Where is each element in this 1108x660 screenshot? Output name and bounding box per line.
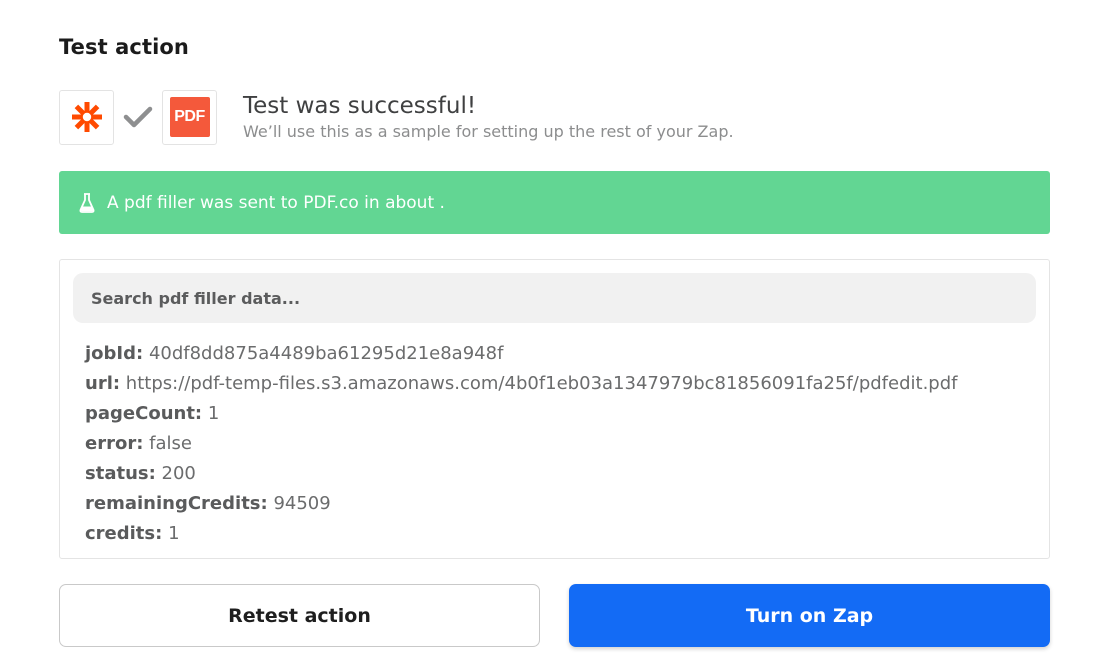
data-field-status: status: 200 xyxy=(85,459,957,489)
success-banner: A pdf filler was sent to PDF.co in about… xyxy=(59,171,1050,234)
field-value: 1 xyxy=(207,403,220,424)
field-key: status: xyxy=(85,463,156,484)
field-value: 94509 xyxy=(273,493,331,514)
result-subtitle: We’ll use this as a sample for setting u… xyxy=(243,121,734,141)
field-value: 200 xyxy=(161,463,196,484)
data-field-error: error: false xyxy=(85,429,957,459)
zapier-asterisk-icon xyxy=(71,102,102,132)
field-key: error: xyxy=(85,433,144,454)
field-value: false xyxy=(149,433,192,454)
turn-on-zap-button[interactable]: Turn on Zap xyxy=(569,584,1050,647)
banner-text: A pdf filler was sent to PDF.co in about… xyxy=(107,192,445,213)
pdf-logo-text: PDF xyxy=(174,108,205,125)
app-connection-row: PDF Test was successful! We’ll use this … xyxy=(59,89,734,145)
trigger-app-tile xyxy=(59,89,114,145)
field-value: 1 xyxy=(168,523,180,544)
connector xyxy=(114,90,162,145)
test-result: Test was successful! We’ll use this as a… xyxy=(243,92,734,143)
retest-action-button[interactable]: Retest action xyxy=(59,584,540,647)
result-title: Test was successful! xyxy=(243,92,477,119)
section-title: Test action xyxy=(59,35,189,59)
data-fields-list: jobId: 40df8dd875a4489ba61295d21e8a948f … xyxy=(85,339,957,549)
data-field-pagecount: pageCount: 1 xyxy=(85,399,957,429)
action-app-tile: PDF xyxy=(162,89,217,145)
field-key: url: xyxy=(85,373,121,394)
field-value: https://pdf-temp-files.s3.amazonaws.com/… xyxy=(125,373,958,394)
sample-data-panel: jobId: 40df8dd875a4489ba61295d21e8a948f … xyxy=(59,259,1050,559)
search-data-input[interactable] xyxy=(73,273,1036,323)
pdf-co-logo: PDF xyxy=(169,97,210,137)
data-field-remainingcredits: remainingCredits: 94509 xyxy=(85,489,957,519)
field-key: jobId: xyxy=(85,343,144,364)
field-key: pageCount: xyxy=(85,403,203,424)
field-key: remainingCredits: xyxy=(85,493,268,514)
field-key: credits: xyxy=(85,523,163,544)
flask-icon xyxy=(79,192,95,213)
data-field-jobid: jobId: 40df8dd875a4489ba61295d21e8a948f xyxy=(85,339,957,369)
field-value: 40df8dd875a4489ba61295d21e8a948f xyxy=(148,343,504,364)
data-field-credits: credits: 1 xyxy=(85,519,957,549)
data-field-url: url: https://pdf-temp-files.s3.amazonaws… xyxy=(85,369,957,399)
checkmark-icon xyxy=(123,106,153,128)
